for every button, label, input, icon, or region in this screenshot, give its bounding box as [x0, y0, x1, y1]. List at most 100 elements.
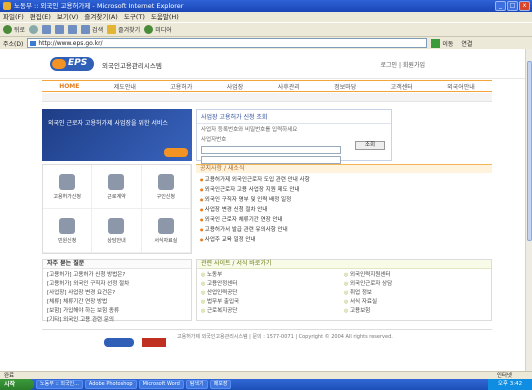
taskbar: 시작 노동부 :: 외국인... Adobe Photoshop Microso…	[0, 379, 532, 390]
taskbar-item[interactable]: 메모장	[209, 380, 232, 389]
faq-title: 자주 묻는 질문	[43, 260, 191, 269]
related-links-columns: 노동부 고용안정센터 산업인력공단 법무부 출입국 근로복지공단 외국인력지원센…	[197, 269, 491, 318]
forward-button[interactable]	[29, 25, 39, 34]
notice-item[interactable]: 사업주 교육 일정 안내	[200, 235, 488, 245]
media-button[interactable]: 미디어	[144, 25, 172, 34]
related-link[interactable]: 산업인력공단	[201, 289, 344, 298]
quick-menu-item[interactable]: 구인신청	[141, 165, 191, 209]
address-input[interactable]: http://www.eps.go.kr/	[27, 38, 428, 48]
links-button[interactable]: 연결	[461, 39, 472, 48]
related-links-col2: 외국인력지원센터 외국인근로자 상담 취업 정보 서식 자료실 고용보험	[344, 271, 487, 316]
taskbar-item[interactable]: Microsoft Word	[138, 380, 184, 389]
nav-item[interactable]: 정보마당	[334, 82, 356, 91]
related-links-col1: 노동부 고용안정센터 산업인력공단 법무부 출입국 근로복지공단	[201, 271, 344, 316]
notice-panel: 공지사항 / 새소식 고용허가제 외국인근로자 도입 관련 안내 사항 외국인근…	[196, 164, 492, 254]
util-links[interactable]: 로그인 | 회원가입	[381, 60, 425, 69]
related-link[interactable]: 고용안정센터	[201, 280, 344, 289]
close-button[interactable]: x	[519, 1, 530, 11]
ie-icon	[3, 2, 11, 10]
related-link[interactable]: 법무부 출입국	[201, 298, 344, 307]
menu-favorites[interactable]: 즐겨찾기(A)	[84, 12, 117, 22]
related-link[interactable]: 서식 자료실	[344, 298, 487, 307]
employer-search-box: 사업장 고용허가 신청 조회 사업자 등록번호와 비밀번호를 입력하세요 사업자…	[196, 109, 392, 164]
notice-item[interactable]: 사업장 변경 신청 절차 안내	[200, 205, 488, 215]
start-button[interactable]: 시작	[0, 379, 34, 390]
back-button[interactable]: 뒤로	[3, 25, 25, 34]
banner-logo	[164, 148, 188, 157]
nav-home[interactable]: HOME	[59, 83, 79, 90]
site-title: 외국인고용관리시스템	[102, 62, 162, 70]
taskbar-item[interactable]: 노동부 :: 외국인...	[36, 380, 83, 389]
business-number-input[interactable]	[201, 146, 341, 154]
nav-item[interactable]: 사업장	[227, 82, 244, 91]
address-bar: 주소(D) http://www.eps.go.kr/ 이동 연결	[0, 36, 532, 49]
scrollbar-thumb[interactable]	[527, 61, 532, 241]
menu-file[interactable]: 파일(F)	[3, 12, 24, 22]
menu-edit[interactable]: 편집(E)	[30, 12, 51, 22]
sub-navigation-bar	[42, 93, 492, 102]
faq-item[interactable]: [체류] 체류기간 연장 방법	[47, 298, 187, 307]
password-input[interactable]	[201, 156, 341, 164]
home-icon	[68, 25, 78, 34]
nav-item[interactable]: 고용허가	[170, 82, 192, 91]
related-links-title: 관련 사이트 / 서식 바로가기	[197, 260, 491, 269]
main-banner[interactable]: 외국인 근로자 고용허가제 사업장을 위한 서비스	[42, 109, 192, 161]
home-button[interactable]	[68, 25, 78, 34]
web-page: EPS 외국인고용관리시스템 로그인 | 회원가입 HOME 제도안내 고용허가…	[0, 49, 525, 371]
refresh-button[interactable]	[55, 25, 65, 34]
related-links-panel: 관련 사이트 / 서식 바로가기 노동부 고용안정센터 산업인력공단 법무부 출…	[196, 259, 492, 321]
quick-menu-item[interactable]: 고용허가신청	[43, 165, 93, 209]
footer-logo	[104, 338, 134, 347]
notice-title: 공지사항 / 새소식	[196, 164, 492, 173]
menu-view[interactable]: 보기(V)	[57, 12, 78, 22]
menu-tools[interactable]: 도구(T)	[124, 12, 145, 22]
notice-item[interactable]: 외국인 근로자 체류기간 연장 안내	[200, 215, 488, 225]
quick-menu-item[interactable]: 서식자료실	[141, 209, 191, 253]
back-arrow-icon	[3, 25, 12, 34]
taskbar-item[interactable]: Adobe Photoshop	[84, 380, 137, 389]
window-titlebar: 노동부 :: 외국인 고용허가제 - Microsoft Internet Ex…	[0, 0, 532, 12]
nav-item[interactable]: 사후관리	[278, 82, 300, 91]
minimize-button[interactable]: _	[495, 1, 506, 11]
related-link[interactable]: 근로복지공단	[201, 307, 344, 316]
nav-item[interactable]: 고객센터	[391, 82, 413, 91]
nav-item[interactable]: 제도안내	[114, 82, 136, 91]
related-link[interactable]: 외국인력지원센터	[344, 271, 487, 280]
maximize-button[interactable]: □	[507, 1, 518, 11]
faq-item[interactable]: [고용허가] 고용허가 신청 방법은?	[47, 271, 187, 280]
faq-list: [고용허가] 고용허가 신청 방법은? [고용허가] 외국인 구직자 선정 절차…	[43, 269, 191, 327]
menu-help[interactable]: 도움말(H)	[151, 12, 179, 22]
related-link[interactable]: 외국인근로자 상담	[344, 280, 487, 289]
search-submit-button[interactable]: 조회	[355, 141, 385, 150]
related-link[interactable]: 취업 정보	[344, 289, 487, 298]
nav-item[interactable]: 외국어안내	[447, 82, 475, 91]
people-icon	[108, 173, 125, 190]
go-icon[interactable]	[431, 38, 441, 48]
vertical-scrollbar[interactable]	[525, 49, 532, 371]
stop-button[interactable]	[42, 25, 52, 34]
forward-arrow-icon	[29, 25, 39, 34]
search-button[interactable]: 검색	[81, 25, 103, 34]
faq-item[interactable]: [보험] 가입해야 하는 보험 종류	[47, 307, 187, 316]
notice-item[interactable]: 외국인 구직자 명부 및 인력 배정 일정	[200, 195, 488, 205]
go-button[interactable]: 이동	[442, 39, 453, 48]
faq-item[interactable]: [사업장] 사업장 변경 요건은?	[47, 289, 187, 298]
taskbar-item[interactable]: 탐색기	[185, 380, 208, 389]
window-title: 노동부 :: 외국인 고용허가제 - Microsoft Internet Ex…	[14, 2, 184, 10]
quick-menu-item[interactable]: 민원신청	[43, 209, 93, 253]
notice-item[interactable]: 고용허가서 발급 관련 유의사항 안내	[200, 225, 488, 235]
search-icon	[81, 25, 91, 34]
related-link[interactable]: 고용보험	[344, 307, 487, 316]
quick-menu-item[interactable]: 상담안내	[92, 209, 142, 253]
faq-item[interactable]: [기타] 외국인 고용 관련 문의	[47, 316, 187, 325]
site-logo[interactable]: EPS	[50, 57, 94, 71]
search-box-hint: 사업자 등록번호와 비밀번호를 입력하세요	[201, 127, 298, 133]
media-icon	[144, 25, 154, 34]
notice-item[interactable]: 외국인근로자 고용 사업장 지원 제도 안내	[200, 185, 488, 195]
refresh-icon	[55, 25, 65, 34]
notice-item[interactable]: 고용허가제 외국인근로자 도입 관련 안내 사항	[200, 175, 488, 185]
faq-item[interactable]: [고용허가] 외국인 구직자 선정 절차	[47, 280, 187, 289]
favorites-button[interactable]: 즐겨찾기	[107, 25, 140, 34]
related-link[interactable]: 노동부	[201, 271, 344, 280]
quick-menu-item[interactable]: 근로계약	[92, 165, 142, 209]
